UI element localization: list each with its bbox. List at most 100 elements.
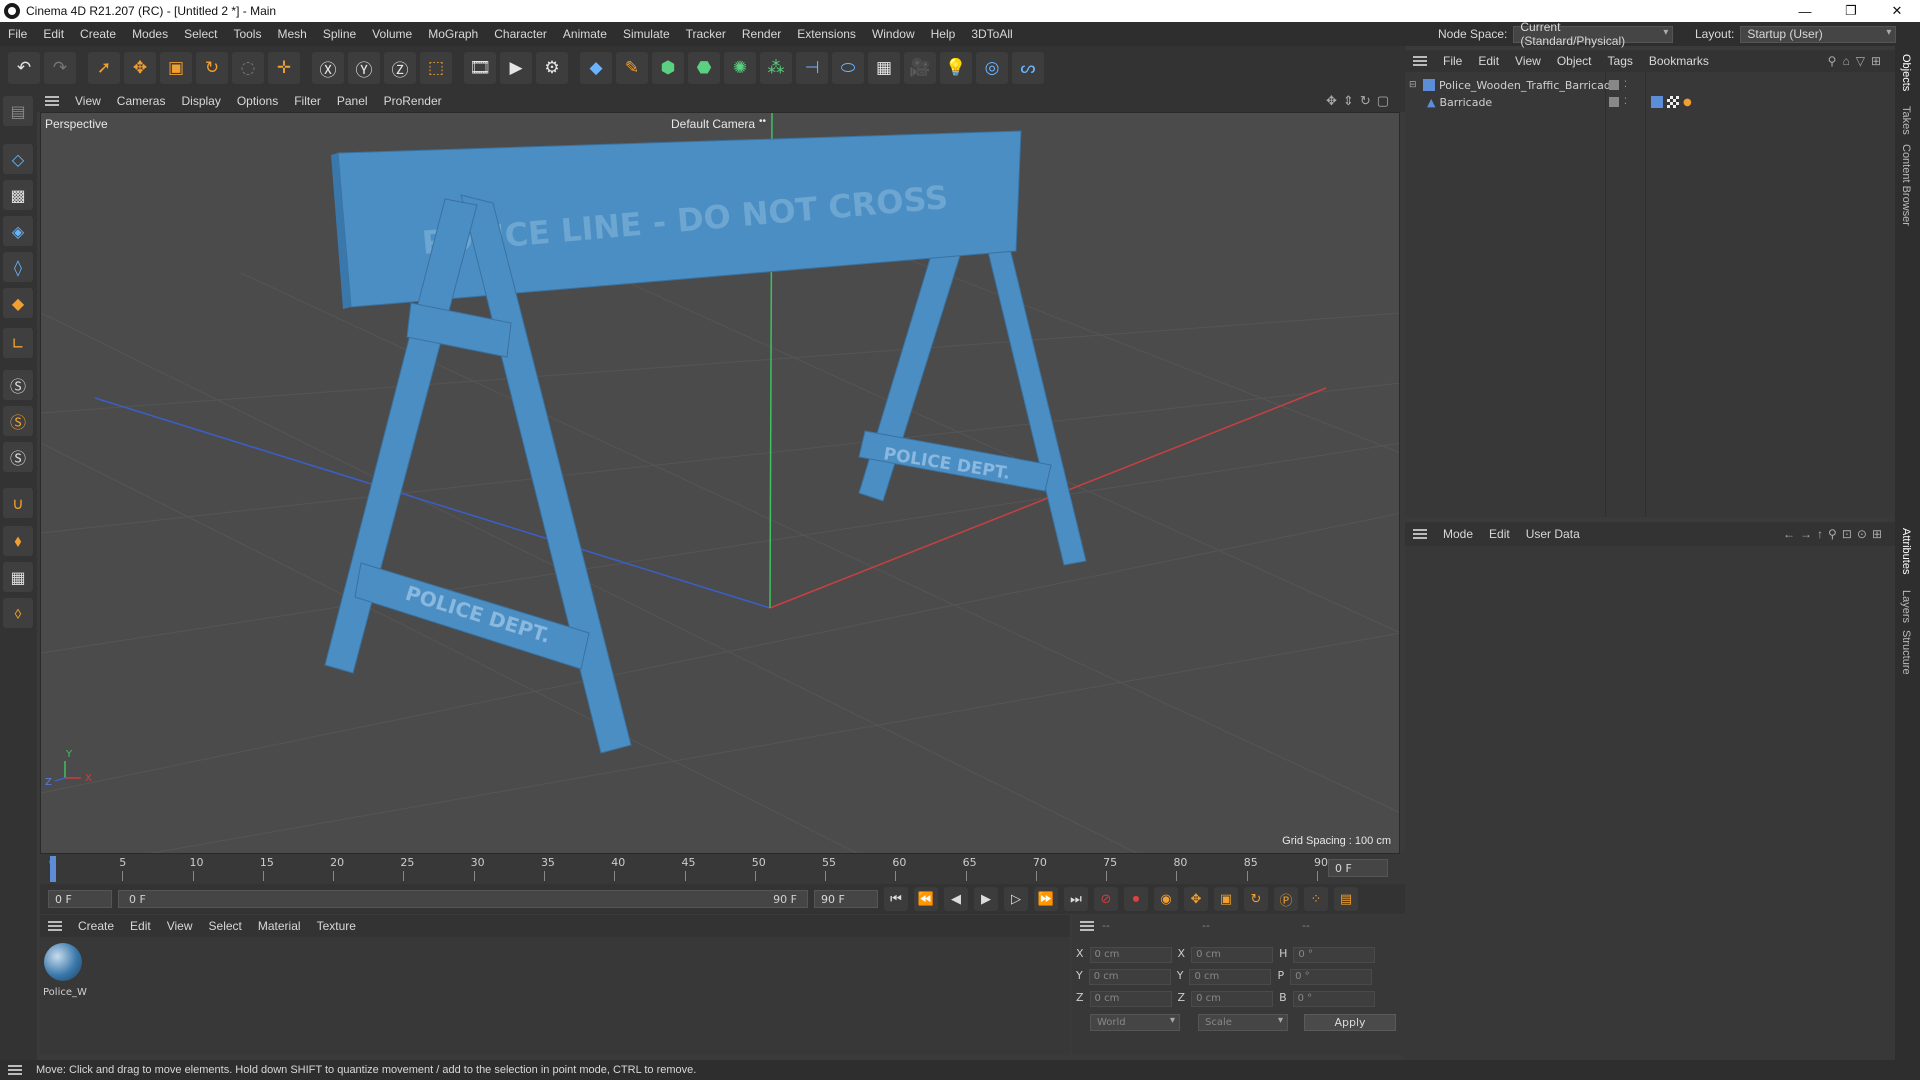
previous-frame-icon[interactable]: ◀ [944,887,968,911]
cloner-icon[interactable]: ✺ [724,52,756,84]
menu-spline[interactable]: Spline [315,27,364,41]
object-menu-file[interactable]: File [1435,54,1470,68]
render-picture-viewer-icon[interactable]: ▶ [500,52,532,84]
layer-icon[interactable] [1609,80,1619,90]
light-icon[interactable]: 💡 [940,52,972,84]
preview-range-slider[interactable]: 0 F 90 F [118,890,808,908]
rotate-icon[interactable]: ↻ [196,52,228,84]
rotation-key-icon[interactable]: ↻ [1244,887,1268,911]
menu-tools[interactable]: Tools [225,27,269,41]
edges-mode-icon[interactable]: ◊ [3,252,33,282]
uvw-tag-icon[interactable] [1667,96,1679,108]
tab-attributes[interactable]: Attributes [1900,528,1912,574]
previous-key-icon[interactable]: ⏪ [914,887,938,911]
parameter-key-icon[interactable]: Ⓟ [1274,887,1298,911]
material-tag-icon[interactable] [1651,96,1663,108]
model-mode-icon[interactable]: ◇ [3,144,33,174]
menu-create[interactable]: Create [72,27,124,41]
apply-button[interactable]: Apply [1304,1014,1396,1031]
attributes-menu-mode[interactable]: Mode [1435,527,1481,541]
tab-layers[interactable]: Layers [1900,590,1912,623]
camera-icon[interactable]: 🎥 [904,52,936,84]
object-name[interactable]: Barricade [1439,96,1492,109]
python-icon[interactable]: ᔕ [1012,52,1044,84]
start-frame-field[interactable]: 0 F [48,890,112,908]
material-menu-create[interactable]: Create [70,919,122,933]
visibility-dots-icon[interactable]: ⁚ [1624,80,1627,90]
coordinates-menu-icon[interactable] [1080,921,1094,931]
menu-animate[interactable]: Animate [555,27,615,41]
object-menu-edit[interactable]: Edit [1470,54,1507,68]
object-row[interactable]: ▲ Barricade ⁚ ● [1405,94,1895,110]
scale-icon[interactable]: ▣ [160,52,192,84]
layout-dropdown[interactable]: Startup (User) [1740,25,1897,43]
timeline-ruler[interactable]: 051015202530354045505560657075808590 0 F [40,854,1405,884]
viewport-menu-display[interactable]: Display [173,94,228,108]
tab-structure[interactable]: Structure [1900,630,1912,675]
material-menu-icon[interactable] [48,921,62,931]
menu-volume[interactable]: Volume [364,27,420,41]
object-menu-object[interactable]: Object [1549,54,1600,68]
tab-content-browser[interactable]: Content Browser [1900,144,1912,226]
play-icon[interactable]: ▶ [974,887,998,911]
material-menu-edit[interactable]: Edit [122,919,159,933]
viewport-menu-prorender[interactable]: ProRender [376,94,450,108]
record-active-icon[interactable]: ⊘ [1094,887,1118,911]
grid-icon[interactable]: ▦ [3,562,33,592]
coordinate-space-dropdown[interactable]: World [1090,1014,1180,1031]
end-frame-field[interactable]: 90 F [814,890,878,908]
status-menu-icon[interactable] [8,1065,22,1075]
layer-icon[interactable] [1609,97,1619,107]
recent-tool-icon[interactable]: ✛ [268,52,300,84]
material-name[interactable]: Police_W [43,987,87,998]
viewport-menu-options[interactable]: Options [229,94,286,108]
snap-icon[interactable]: Ⓢ [3,370,33,400]
polygons-mode-icon[interactable]: ◆ [3,288,33,318]
keyframe-selection-icon[interactable]: ◉ [1154,887,1178,911]
rotation-h-field[interactable]: 0 ° [1293,947,1376,963]
render-view-icon[interactable]: 🎞 [464,52,496,84]
close-button[interactable]: ✕ [1874,0,1920,22]
live-selection-icon[interactable]: ◌ [232,52,264,84]
menu-select[interactable]: Select [176,27,225,41]
position-y-field[interactable]: 0 cm [1088,969,1171,985]
menu-edit[interactable]: Edit [35,27,72,41]
menu-file[interactable]: File [0,27,35,41]
points-mode-icon[interactable]: ◈ [3,216,33,246]
attributes-nav-icons[interactable]: ←→↑⚲⊡⊙⊞ [1783,527,1887,541]
workplane-icon[interactable]: ⬧ [3,526,33,556]
position-key-icon[interactable]: ✥ [1184,887,1208,911]
material-menu-material[interactable]: Material [250,919,309,933]
viewport-menu-panel[interactable]: Panel [329,94,376,108]
position-z-field[interactable]: 0 cm [1089,991,1172,1007]
axis-mode-icon[interactable]: ∟ [3,328,33,358]
texture-mode-icon[interactable]: ▩ [3,180,33,210]
viewport-nav-icons[interactable]: ✥⇕↻▢ [1326,93,1395,109]
attributes-menu-user-data[interactable]: User Data [1518,527,1588,541]
visibility-dots-icon[interactable]: ⁚ [1624,97,1627,107]
material-thumbnail[interactable] [44,943,82,981]
timeline-playhead[interactable] [50,856,56,882]
viewport-menu-view[interactable]: View [67,94,109,108]
tab-objects[interactable]: Objects [1900,54,1912,91]
subdivision-icon[interactable]: ⬢ [652,52,684,84]
menu-help[interactable]: Help [923,27,964,41]
attributes-menu-edit[interactable]: Edit [1481,527,1518,541]
autokey-icon[interactable]: ⏺ [1124,887,1148,911]
position-x-field[interactable]: 0 cm [1089,947,1172,963]
make-editable-icon[interactable]: ▤ [3,96,33,126]
x-axis-icon[interactable]: Ⓧ [312,52,344,84]
object-row[interactable]: ⊟ Police_Wooden_Traffic_Barricade ⁚ [1405,77,1895,93]
restore-button[interactable]: ❐ [1828,0,1874,22]
object-menu-view[interactable]: View [1507,54,1549,68]
tab-takes[interactable]: Takes [1900,106,1912,135]
size-mode-dropdown[interactable]: Scale [1198,1014,1288,1031]
current-frame-field[interactable]: 0 F [1328,859,1388,877]
lock-workplane-icon[interactable]: ⬨ [3,598,33,628]
object-manager-search-icon[interactable]: ⚲⌂▽⊞ [1828,54,1887,68]
deformer-icon[interactable]: ⬭ [832,52,864,84]
next-frame-icon[interactable]: ▷ [1004,887,1028,911]
cinema-icon[interactable]: ◎ [976,52,1008,84]
size-x-field[interactable]: 0 cm [1191,947,1274,963]
workplane-snap-icon[interactable]: Ⓢ [3,442,33,472]
